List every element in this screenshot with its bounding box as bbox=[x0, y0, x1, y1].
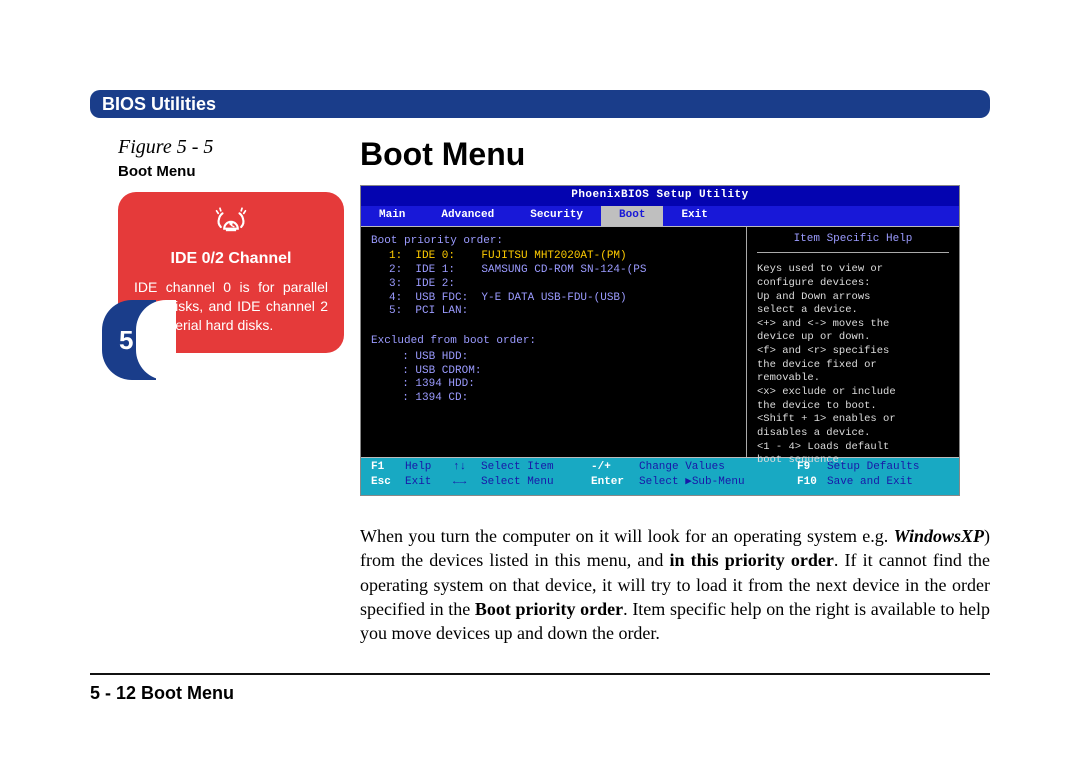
footer-key: F9 bbox=[797, 461, 827, 475]
para-text: When you turn the computer on it will lo… bbox=[360, 526, 894, 546]
footer-rule bbox=[90, 673, 990, 675]
boot-priority-header: Boot priority order: bbox=[371, 235, 738, 249]
footer-key: Enter bbox=[591, 476, 639, 490]
footer-key: Setup Defaults bbox=[827, 461, 949, 475]
bios-help-panel: Item Specific Help Keys used to view or … bbox=[747, 227, 959, 457]
excluded-item[interactable]: : USB HDD: bbox=[371, 351, 738, 365]
boot-item[interactable]: 5: PCI LAN: bbox=[371, 305, 738, 319]
footer-key: ←→ bbox=[453, 476, 481, 490]
bios-left-panel: Boot priority order: 1: IDE 0: FUJITSU M… bbox=[361, 227, 747, 457]
boot-item[interactable]: 2: IDE 1: SAMSUNG CD-ROM SN-124-(PS bbox=[371, 264, 738, 278]
tab-exit[interactable]: Exit bbox=[663, 206, 725, 226]
footer-key: Help bbox=[405, 461, 453, 475]
chapter-number: 5 bbox=[119, 325, 133, 356]
boot-item[interactable]: 4: USB FDC: Y-E DATA USB-FDU-(USB) bbox=[371, 292, 738, 306]
tab-advanced[interactable]: Advanced bbox=[423, 206, 512, 226]
footer-key: Exit bbox=[405, 476, 453, 490]
help-body: Keys used to view or configure devices: … bbox=[757, 263, 949, 468]
excluded-item[interactable]: : 1394 HDD: bbox=[371, 378, 738, 392]
para-bold: in this priority order bbox=[669, 550, 833, 570]
footer-key: Select Item bbox=[481, 461, 591, 475]
warning-title: IDE 0/2 Channel bbox=[134, 250, 328, 268]
chapter-tab: 5 bbox=[102, 300, 156, 380]
excluded-item[interactable]: : USB CDROM: bbox=[371, 365, 738, 379]
alert-icon bbox=[134, 206, 328, 244]
figure-label: Figure 5 - 5 bbox=[118, 136, 342, 159]
footer-key: F1 bbox=[371, 461, 405, 475]
footer-key: Save and Exit bbox=[827, 476, 949, 490]
body-paragraph: When you turn the computer on it will lo… bbox=[360, 524, 990, 645]
help-title: Item Specific Help bbox=[757, 233, 949, 254]
footer-key: Select Menu bbox=[481, 476, 591, 490]
bios-title-bar: PhoenixBIOS Setup Utility bbox=[361, 186, 959, 206]
footer-key: -/+ bbox=[591, 461, 639, 475]
tab-main[interactable]: Main bbox=[361, 206, 423, 226]
tab-security[interactable]: Security bbox=[512, 206, 601, 226]
footer-key: Select ▶Sub-Menu bbox=[639, 476, 797, 490]
bios-tab-bar: Main Advanced Security Boot Exit bbox=[361, 206, 959, 226]
page-footer: 5 - 12 Boot Menu bbox=[90, 683, 990, 704]
footer-key: Change Values bbox=[639, 461, 797, 475]
figure-subtitle: Boot Menu bbox=[118, 163, 342, 180]
section-header: BIOS Utilities bbox=[90, 90, 990, 118]
sidebar: Figure 5 - 5 Boot Menu 5 bbox=[90, 136, 342, 645]
footer-key: ↑↓ bbox=[453, 461, 481, 475]
bios-screenshot: PhoenixBIOS Setup Utility Main Advanced … bbox=[360, 185, 960, 496]
excluded-item[interactable]: : 1394 CD: bbox=[371, 392, 738, 406]
footer-key: Esc bbox=[371, 476, 405, 490]
footer-key: F10 bbox=[797, 476, 827, 490]
boot-item[interactable]: 3: IDE 2: bbox=[371, 278, 738, 292]
bios-footer: F1Help↑↓Select Item-/+Change ValuesF9Set… bbox=[361, 458, 959, 496]
para-emphasis: WindowsXP bbox=[894, 526, 984, 546]
excluded-header: Excluded from boot order: bbox=[371, 335, 738, 349]
para-bold: Boot priority order bbox=[475, 599, 623, 619]
boot-item[interactable]: 1: IDE 0: FUJITSU MHT2020AT-(PM) bbox=[371, 250, 738, 264]
page-title: Boot Menu bbox=[360, 136, 990, 173]
tab-boot[interactable]: Boot bbox=[601, 206, 663, 226]
